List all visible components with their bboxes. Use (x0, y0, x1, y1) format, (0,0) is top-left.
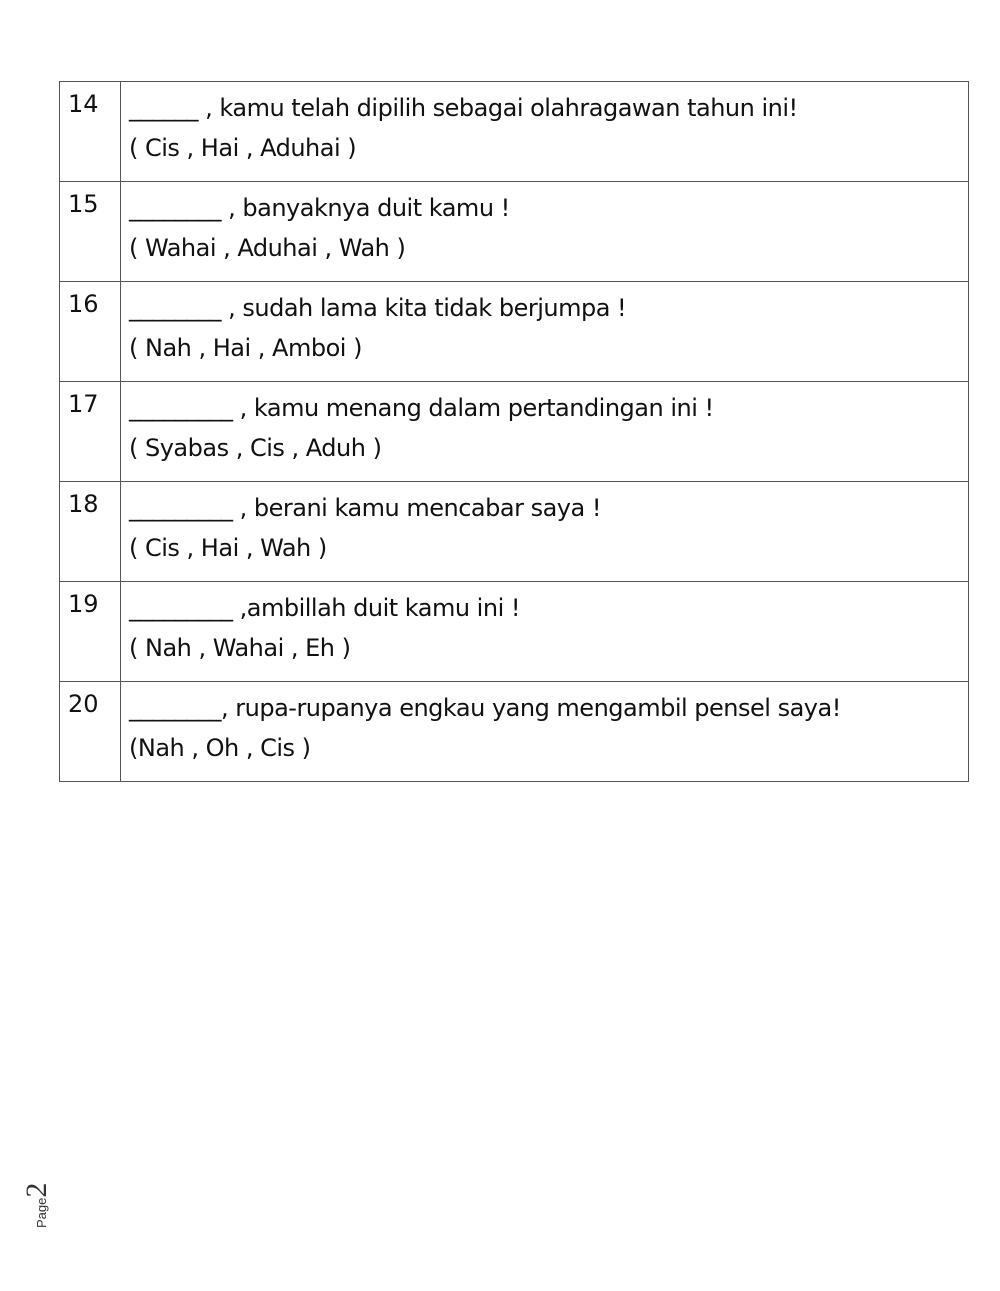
question-number: 17 (59, 381, 121, 482)
question-sentence: _________ , berani kamu mencabar saya ! (129, 494, 601, 522)
answer-options: ( Nah , Wahai , Eh ) (129, 634, 351, 662)
question-cell: ________ , sudah lama kita tidak berjump… (120, 281, 969, 382)
question-row: 15 ________ , banyaknya duit kamu ! ( Wa… (59, 181, 969, 282)
answer-options: ( Cis , Hai , Aduhai ) (129, 134, 357, 162)
question-sentence: ________ , banyaknya duit kamu ! (129, 194, 510, 222)
question-row: 20 ________, rupa-rupanya engkau yang me… (59, 681, 969, 782)
page-word: Page (34, 1197, 49, 1228)
question-cell: ________, rupa-rupanya engkau yang menga… (120, 681, 969, 782)
question-cell: _________ , kamu menang dalam pertanding… (120, 381, 969, 482)
question-sentence: ________ , sudah lama kita tidak berjump… (129, 294, 627, 322)
question-cell: _________ , berani kamu mencabar saya ! … (120, 481, 969, 582)
exercise-table: 14 ______ , kamu telah dipilih sebagai o… (59, 81, 969, 782)
question-row: 19 _________ ,ambillah duit kamu ini ! (… (59, 581, 969, 682)
question-number: 14 (59, 81, 121, 182)
page-number-label: Page2 (12, 1170, 53, 1230)
answer-options: ( Nah , Hai , Amboi ) (129, 334, 362, 362)
question-sentence: ______ , kamu telah dipilih sebagai olah… (129, 94, 798, 122)
page-number: 2 (20, 1182, 53, 1198)
question-row: 18 _________ , berani kamu mencabar saya… (59, 481, 969, 582)
question-cell: _________ ,ambillah duit kamu ini ! ( Na… (120, 581, 969, 682)
question-sentence: _________ , kamu menang dalam pertanding… (129, 394, 714, 422)
question-row: 17 _________ , kamu menang dalam pertand… (59, 381, 969, 482)
answer-options: ( Cis , Hai , Wah ) (129, 534, 327, 562)
question-number: 19 (59, 581, 121, 682)
question-sentence: ________, rupa-rupanya engkau yang menga… (129, 694, 841, 722)
answer-options: ( Wahai , Aduhai , Wah ) (129, 234, 406, 262)
question-row: 16 ________ , sudah lama kita tidak berj… (59, 281, 969, 382)
question-row: 14 ______ , kamu telah dipilih sebagai o… (59, 81, 969, 182)
answer-options: ( Syabas , Cis , Aduh ) (129, 434, 382, 462)
question-number: 18 (59, 481, 121, 582)
question-number: 16 (59, 281, 121, 382)
answer-options: (Nah , Oh , Cis ) (129, 734, 311, 762)
question-number: 15 (59, 181, 121, 282)
question-cell: ________ , banyaknya duit kamu ! ( Wahai… (120, 181, 969, 282)
question-sentence: _________ ,ambillah duit kamu ini ! (129, 594, 520, 622)
question-cell: ______ , kamu telah dipilih sebagai olah… (120, 81, 969, 182)
question-number: 20 (59, 681, 121, 782)
